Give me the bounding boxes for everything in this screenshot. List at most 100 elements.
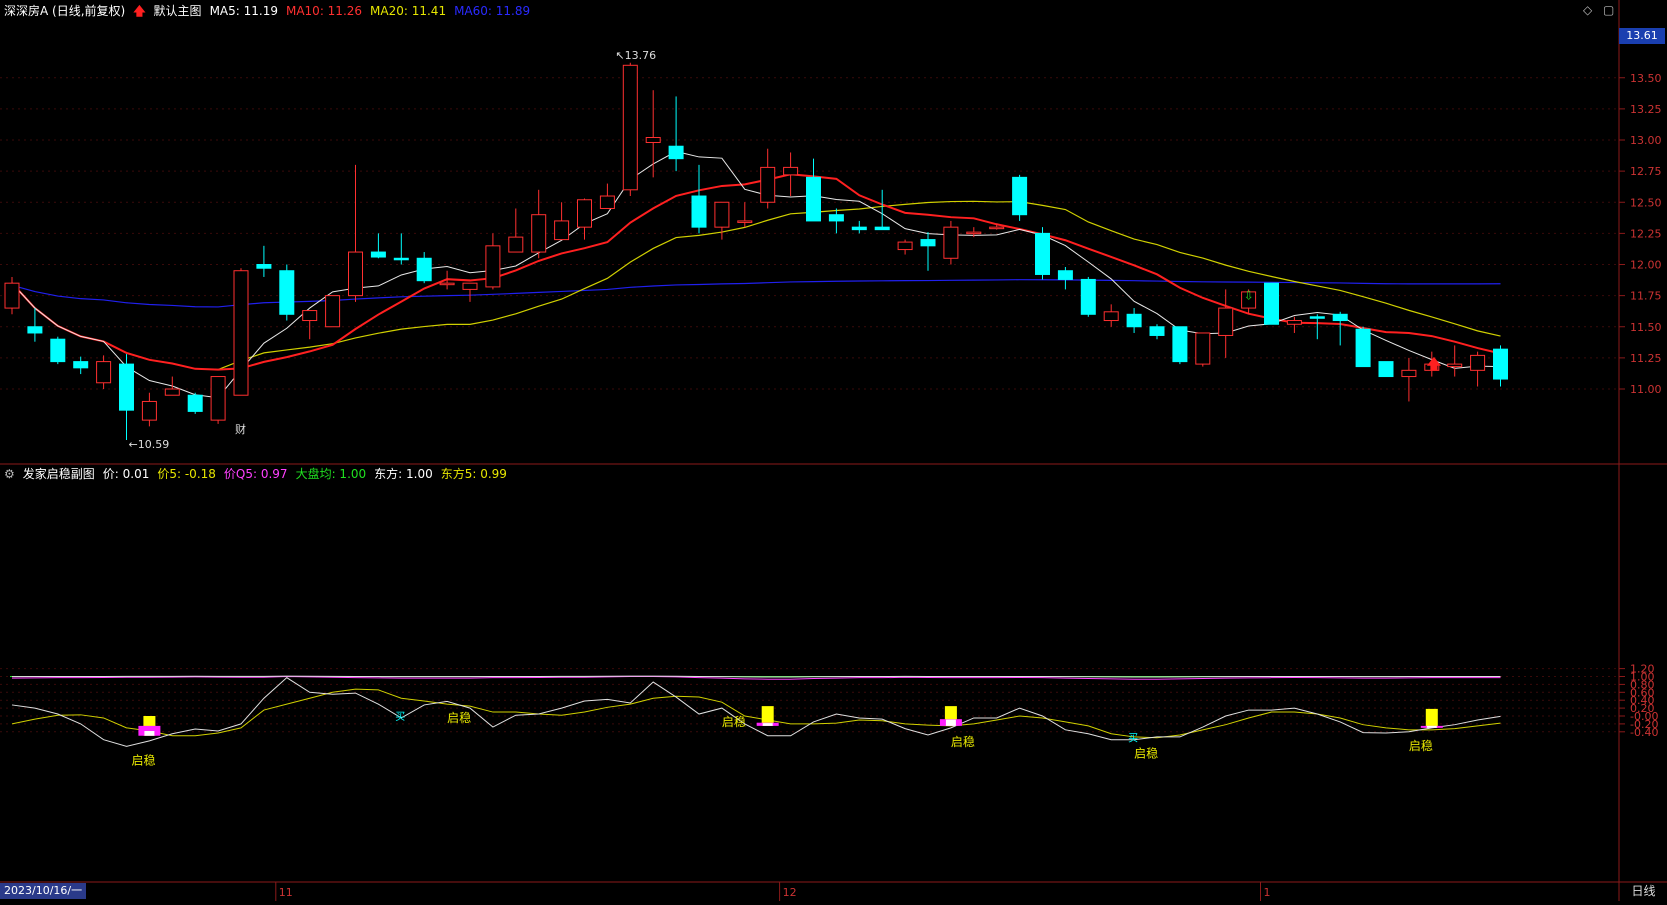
candle [1355, 326, 1371, 368]
candle-body [1309, 316, 1325, 319]
candle [1126, 308, 1142, 333]
candle-body [1218, 307, 1234, 336]
sub-settings-icon[interactable]: ⚙ [4, 465, 15, 483]
diamond-icon[interactable]: ◇ [1583, 3, 1592, 17]
candle [943, 220, 959, 265]
candle-body [714, 201, 730, 228]
candle [370, 233, 386, 259]
candle [210, 376, 226, 424]
sub-header: ⚙ 发家启稳副图 价: 0.01 价5: -0.18 价Q5: 0.97 大盘均… [4, 465, 507, 483]
qiwen-bar [138, 716, 161, 736]
candle [1264, 282, 1279, 325]
qiwen-yellow-bar [1425, 708, 1438, 728]
candle [531, 189, 547, 259]
price5-line [11, 688, 1501, 739]
candle-body [279, 270, 295, 315]
month-label: 11 [279, 886, 293, 899]
sub-tick-label: -0.40 [1630, 726, 1658, 739]
template-name[interactable]: 默认主图 [154, 2, 202, 20]
candle-body [348, 251, 363, 297]
candle [164, 376, 180, 396]
dapan-label: 大盘均: 1.00 [295, 467, 367, 481]
candle [1493, 345, 1508, 387]
qiwen-label: 启稳 [132, 752, 156, 767]
candle [1057, 266, 1073, 290]
candle-body [874, 226, 890, 231]
cai-label: 财 [235, 422, 246, 436]
candle-body [577, 199, 592, 228]
candle-body [187, 394, 203, 412]
square-icon[interactable]: ▢ [1603, 3, 1614, 17]
candle-body [1057, 270, 1073, 280]
candle [897, 239, 913, 255]
candle [645, 90, 661, 178]
period-label[interactable]: 日线 [1620, 883, 1667, 899]
candle [1286, 316, 1302, 333]
price-tick-label: 13.00 [1630, 134, 1662, 147]
candle-body [1332, 313, 1348, 322]
candle-body [645, 137, 661, 143]
qiwen-white-bar [762, 723, 773, 726]
candle-body [989, 226, 1005, 230]
price-tick-label: 11.25 [1630, 352, 1662, 365]
candle [187, 392, 203, 414]
dongfang-label: 东方: 1.00 [374, 467, 433, 481]
priceq5-label: 价Q5: 0.97 [223, 467, 288, 481]
candle-body [119, 363, 134, 411]
dongfang5-label: 东方5: 0.99 [440, 467, 507, 481]
candle [393, 233, 409, 265]
candle-body [96, 361, 112, 384]
price-axis: 13.50 13.25 13.00 12.75 12.50 12.25 12.00 11.75… [275, 72, 1662, 901]
candle-body [1355, 328, 1371, 368]
candle [302, 310, 318, 340]
candle-body [302, 310, 318, 322]
ma5-label: MA5: 11.19 [209, 4, 278, 18]
mai-label: 买 [395, 711, 405, 723]
low-label: ←10.59 [129, 438, 170, 451]
candle-body [50, 338, 66, 363]
candle-body [1103, 311, 1119, 322]
candle-body [256, 264, 272, 269]
candle-body [27, 326, 43, 334]
indicator-plot[interactable]: 启稳启稳 启稳启稳启稳启稳买买 [10, 675, 1501, 767]
candle [1035, 227, 1050, 280]
sub-title[interactable]: 发家启稳副图 [23, 465, 95, 483]
stock-title[interactable]: 深深房A (日线,前复权) [4, 2, 125, 20]
candle [1309, 314, 1325, 340]
candle-body [164, 388, 180, 396]
candle [806, 158, 821, 222]
candle [760, 148, 776, 209]
qiwen-label: 启稳 [1409, 738, 1433, 753]
candle-body [920, 239, 936, 247]
price-tick-label: 11.75 [1630, 290, 1662, 303]
candle [462, 282, 478, 302]
candle [668, 96, 684, 172]
candle [1470, 351, 1486, 387]
candle [1172, 326, 1188, 365]
candle-body [325, 295, 341, 328]
price-tick-label: 12.00 [1630, 259, 1662, 272]
candle-body [1286, 320, 1302, 325]
candle [554, 202, 570, 241]
candle [279, 264, 295, 321]
ma20-label: MA20: 11.41 [370, 4, 447, 18]
qiwen-white-bar [945, 719, 956, 726]
candle-body [1080, 278, 1096, 315]
candle-body [233, 270, 249, 396]
price-tick-label: 12.50 [1630, 196, 1662, 209]
candle-body [806, 176, 821, 222]
candle-body [668, 145, 684, 160]
candle-body [370, 251, 386, 258]
candle-body [1126, 313, 1142, 328]
candle [141, 392, 157, 427]
candle-body [1378, 361, 1394, 378]
candle-body [966, 231, 982, 235]
candle [1080, 276, 1096, 317]
candle-body [897, 241, 913, 251]
candle [50, 336, 66, 365]
candle-body [599, 195, 615, 209]
chart-canvas[interactable]: ↖13.76←10.59财⇩🡅 启稳启稳 启稳启稳启稳启稳买买 13.5013.2… [0, 0, 1667, 901]
main-header: 深深房A (日线,前复权) 🡅 默认主图 MA5: 11.19 MA10: 11… [4, 2, 530, 20]
ma10-label: MA10: 11.26 [285, 4, 363, 18]
qiwen-white-bar [1426, 725, 1437, 728]
